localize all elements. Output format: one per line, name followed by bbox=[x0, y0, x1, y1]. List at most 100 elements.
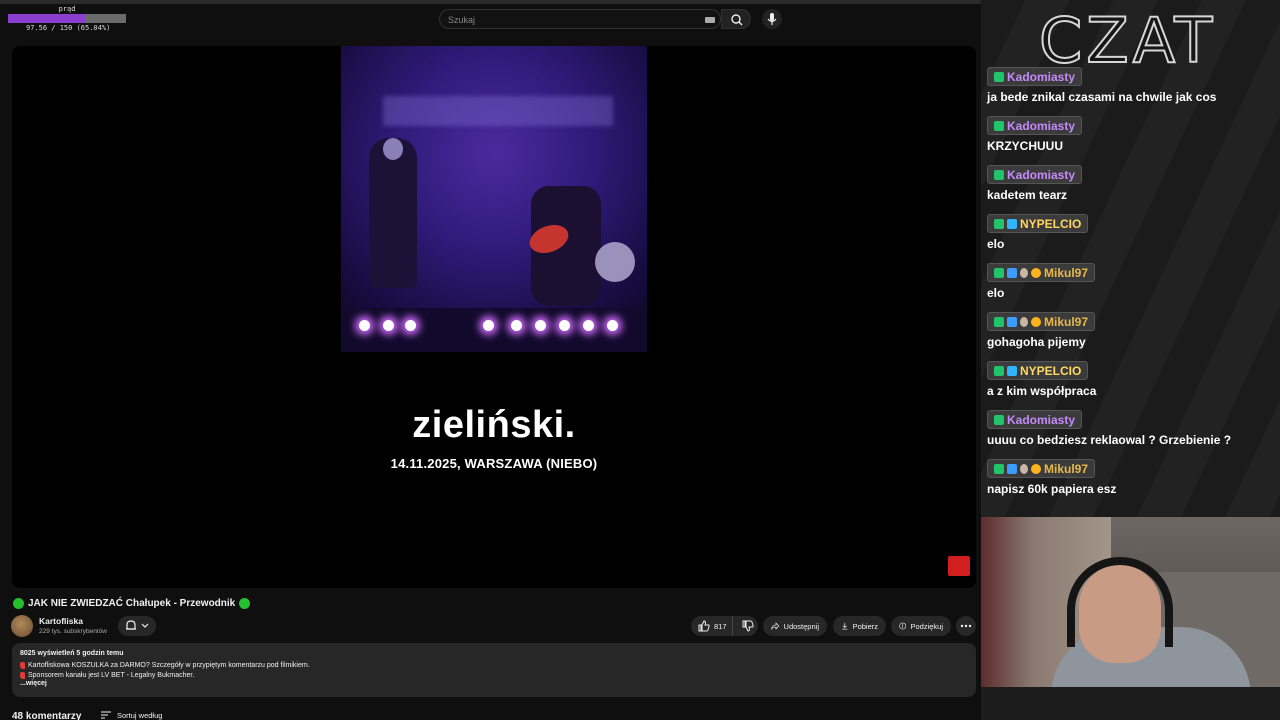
chat-message-text: ja bede znikal czasami na chwile jak cos bbox=[987, 89, 1217, 104]
chat-message: NYPELCIO a z kim współpraca bbox=[987, 361, 1277, 398]
k-badge-icon bbox=[994, 120, 1004, 131]
drum-shape bbox=[595, 242, 635, 282]
k-badge-icon bbox=[994, 463, 1004, 474]
channel-name[interactable]: Kartofliska bbox=[39, 616, 83, 626]
pin-icon bbox=[20, 671, 25, 679]
chat-user-chip[interactable]: Kadomiasty bbox=[987, 165, 1083, 184]
chat-message: Kadomiasty KRZYCHUUU bbox=[987, 116, 1277, 153]
singer-head bbox=[383, 138, 403, 160]
comments-count: 48 komentarzy bbox=[12, 711, 82, 720]
sort-icon bbox=[101, 711, 111, 719]
k-badge-icon bbox=[994, 267, 1004, 278]
stage-light bbox=[511, 320, 522, 331]
cube-badge-icon bbox=[1007, 218, 1017, 229]
thumbs-down-icon bbox=[742, 620, 754, 632]
stage-sign bbox=[383, 96, 613, 126]
show-more-link[interactable]: ...więcej bbox=[20, 680, 968, 687]
chat-message: NYPELCIO elo bbox=[987, 214, 1277, 251]
chat-message: Kadomiasty kadetem tearz bbox=[987, 165, 1277, 202]
chat-user-chip[interactable]: Kadomiasty bbox=[987, 67, 1083, 86]
voice-search-button[interactable] bbox=[762, 9, 782, 29]
power-meter-label: prąd bbox=[58, 5, 76, 13]
green-circle-icon bbox=[13, 597, 24, 609]
view-count-and-date: 8025 wyświetleń 5 godzin temu bbox=[20, 650, 124, 657]
chat-message: Mikul97 elo bbox=[987, 263, 1277, 300]
one-badge-icon bbox=[1031, 267, 1041, 278]
stage-light bbox=[359, 320, 370, 331]
channel-avatar[interactable] bbox=[11, 615, 33, 637]
stage-light bbox=[559, 320, 570, 331]
like-count: 817 bbox=[714, 621, 727, 631]
chat-message-text: kadetem tearz bbox=[987, 187, 1068, 202]
description-text: Sponsorem kanału jest LV BET - Legalny B… bbox=[28, 671, 195, 679]
video-player[interactable]: zieliński. 14.11.2025, WARSZAWA (NIEBO) bbox=[12, 46, 976, 588]
chat-username[interactable]: NYPELCIO bbox=[1020, 217, 1081, 231]
share-button[interactable]: Udostępnij bbox=[763, 616, 827, 636]
dislike-button[interactable] bbox=[737, 616, 758, 636]
video-overlay-title: zieliński. bbox=[412, 404, 576, 446]
chat-panel: CZAT Kadomiasty ja bede znikal czasami na… bbox=[981, 0, 1280, 517]
stage-light bbox=[607, 320, 618, 331]
power-meter-value: 97.56 / 150 (65.04%) bbox=[26, 24, 111, 32]
stage-light bbox=[483, 320, 494, 331]
chat-message: Kadomiasty uuuu co bedziesz reklaowal ? G… bbox=[987, 410, 1277, 447]
chat-user-chip[interactable]: NYPELCIO bbox=[987, 361, 1089, 380]
chat-username[interactable]: Mikul97 bbox=[1044, 462, 1088, 476]
search-icon bbox=[731, 14, 743, 26]
thanks-button[interactable]: Podziękuj bbox=[891, 616, 951, 636]
chat-username[interactable]: Mikul97 bbox=[1044, 266, 1088, 280]
chat-username[interactable]: Mikul97 bbox=[1044, 315, 1088, 329]
stream-layout: prąd 97.56 / 150 (65.04%) Szukaj zielińs… bbox=[0, 0, 1280, 720]
sort-comments-button[interactable]: Sortuj według bbox=[100, 710, 162, 720]
chat-user-chip[interactable]: Mikul97 bbox=[987, 459, 1096, 478]
channel-watermark-icon[interactable] bbox=[948, 556, 970, 576]
one-badge-icon bbox=[1031, 463, 1041, 474]
share-icon bbox=[771, 622, 780, 631]
share-label: Udostępnij bbox=[783, 621, 819, 631]
chat-username[interactable]: Kadomiasty bbox=[1007, 168, 1075, 182]
k-badge-icon bbox=[994, 414, 1004, 425]
download-icon bbox=[842, 622, 848, 630]
chat-message-text: a z kim współpraca bbox=[987, 383, 1097, 398]
download-button[interactable]: Pobierz bbox=[833, 616, 886, 636]
k-badge-icon bbox=[994, 365, 1004, 376]
chat-username[interactable]: Kadomiasty bbox=[1007, 119, 1075, 133]
stage-light bbox=[535, 320, 546, 331]
chat-user-chip[interactable]: NYPELCIO bbox=[987, 214, 1089, 233]
channel-subscriber-count: 229 tys. subskrybentów bbox=[39, 628, 107, 635]
notification-bell-button[interactable] bbox=[118, 616, 156, 636]
chat-user-chip[interactable]: Mikul97 bbox=[987, 263, 1096, 282]
chat-username[interactable]: Kadomiasty bbox=[1007, 413, 1075, 427]
chat-message-text: uuuu co bedziesz reklaowal ? Grzebienie … bbox=[987, 432, 1232, 447]
description-box[interactable]: 8025 wyświetleń 5 godzin temu Kartoflisk… bbox=[12, 643, 976, 697]
search-box[interactable] bbox=[439, 9, 721, 29]
like-button[interactable]: 817 bbox=[691, 616, 734, 636]
stage-light bbox=[405, 320, 416, 331]
webcam-feed bbox=[981, 517, 1280, 720]
prime-badge-icon bbox=[1007, 267, 1017, 278]
prime-badge-icon bbox=[1007, 463, 1017, 474]
k-badge-icon bbox=[994, 218, 1004, 229]
keyboard-icon[interactable] bbox=[705, 17, 715, 23]
chat-message: Mikul97 napisz 60k papiera esz bbox=[987, 459, 1277, 496]
more-vertical-icon bbox=[960, 624, 972, 628]
stage-light bbox=[383, 320, 394, 331]
more-actions-button[interactable] bbox=[956, 616, 976, 636]
power-meter-bar bbox=[8, 14, 126, 23]
chat-message-text: KRZYCHUUU bbox=[987, 138, 1063, 153]
search-button[interactable] bbox=[721, 9, 751, 29]
chat-username[interactable]: NYPELCIO bbox=[1020, 364, 1081, 378]
description-line: Sponsorem kanału jest LV BET - Legalny B… bbox=[20, 670, 968, 680]
chat-user-chip[interactable]: Kadomiasty bbox=[987, 410, 1083, 429]
webcam-desk bbox=[981, 687, 1280, 720]
search-input[interactable] bbox=[448, 12, 688, 27]
download-label: Pobierz bbox=[852, 621, 878, 631]
chat-username[interactable]: Kadomiasty bbox=[1007, 70, 1075, 84]
chat-user-chip[interactable]: Mikul97 bbox=[987, 312, 1096, 331]
chat-message: Kadomiasty ja bede znikal czasami na chwi… bbox=[987, 67, 1277, 104]
chat-user-chip[interactable]: Kadomiasty bbox=[987, 116, 1083, 135]
skull-badge-icon bbox=[1020, 316, 1028, 327]
thumbs-up-icon bbox=[698, 620, 710, 632]
pin-icon bbox=[20, 661, 25, 669]
k-badge-icon bbox=[994, 316, 1004, 327]
